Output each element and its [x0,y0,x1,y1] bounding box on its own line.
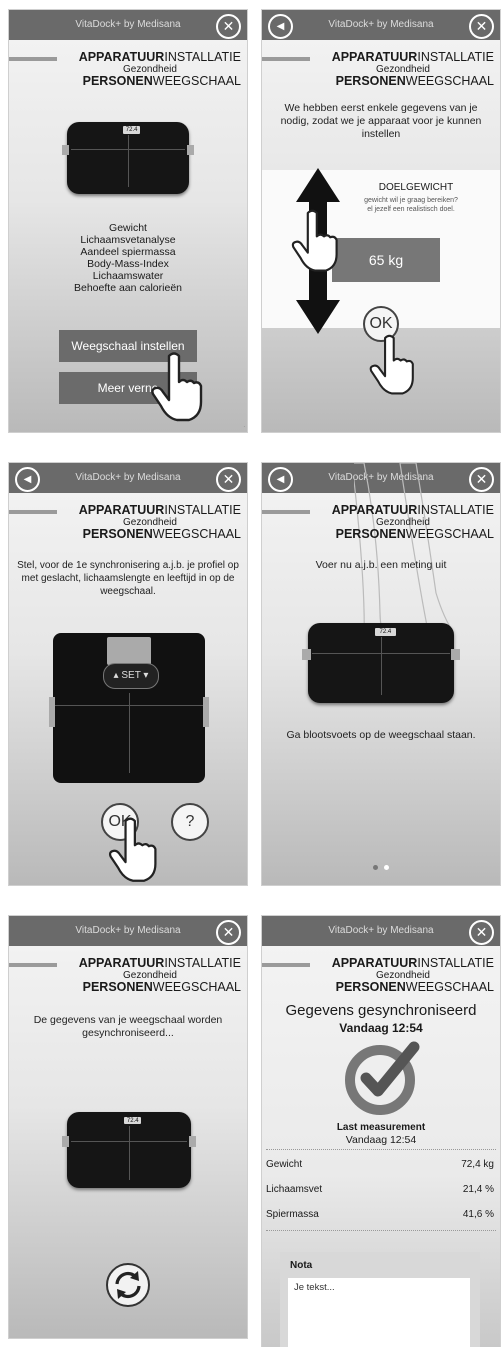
scale-image: 72.4 [302,623,460,703]
measurement-label: Gewicht [266,1159,303,1170]
app-title: VitaDock+ by Medisana [328,19,434,30]
scale-image: 72.4 [62,122,194,194]
pointing-hand-icon [369,334,414,395]
section-header: APPARATUURINSTALLATIE Gezondheid PERSONE… [78,956,241,994]
feature-item: Lichaamswater [92,270,164,282]
instruction-text: Stel, voor de 1e synchronisering a.j.b. … [17,560,239,597]
instruction-text: Voer nu a.j.b. een meting uit [315,559,447,571]
close-icon[interactable]: ✕ [469,14,494,39]
top-bar: VitaDock+ by Medisana ◀ ✕ [9,463,247,493]
page-dot [373,865,378,870]
goal-weight-hint: gewicht wil je graag bereiken? el jezelf … [364,197,458,213]
page-dot [384,865,389,870]
screen-goal-weight: VitaDock+ by Medisana ◀ ✕ APPARATUURINST… [262,10,500,432]
screen-syncing: VitaDock+ by Medisana ✕ APPARATUURINSTAL… [9,916,247,1338]
measurement-row: Lichaamsvet 21,4 % [262,1177,500,1202]
measurement-value: 72,4 kg [461,1159,494,1170]
feature-item: Lichaamsvetanalyse [80,234,176,246]
goal-weight-title: DOELGEWICHT [378,182,454,193]
measurement-label: Lichaamsvet [266,1184,323,1195]
screen-device-setup: VitaDock+ by Medisana ✕ APPARATUURINSTAL… [9,10,247,432]
top-bar: VitaDock+ by Medisana ✕ [9,916,247,946]
intro-text: We hebben eerst enkele gegevens van je n… [280,102,482,140]
close-icon[interactable]: ✕ [469,467,494,492]
set-button[interactable]: ▴ SET ▾ [103,663,159,689]
section-header: APPARATUURINSTALLATIE Gezondheid PERSONE… [78,50,241,88]
note-label: Nota [290,1260,313,1271]
note-panel: Nota Je tekst... [280,1252,480,1347]
measurement-label: Spiermassa [266,1209,319,1220]
feature-list: Gewicht Lichaamsvetanalyse Aandeel spierma… [9,222,247,294]
feature-item: Behoefte aan calorieën [74,282,182,294]
note-input[interactable]: Je tekst... [288,1278,470,1347]
goal-weight-value[interactable]: 65 kg [332,238,440,282]
divider [266,1230,496,1231]
close-icon[interactable]: ✕ [216,920,241,945]
close-icon[interactable]: ✕ [216,467,241,492]
back-arrow-icon[interactable]: ◀ [268,14,293,39]
checkmark-icon [345,1041,420,1115]
feature-item: Body-Mass-Index [87,258,169,270]
section-header: APPARATUURINSTALLATIE Gezondheid PERSONE… [331,956,494,994]
scale-image: 72.4 [62,1112,196,1188]
page-indicator [262,857,500,875]
feature-item: Gewicht [109,222,147,234]
pointing-hand-icon [151,352,203,422]
close-icon[interactable]: ✕ [216,14,241,39]
close-icon[interactable]: ✕ [469,920,494,945]
scale-closeup: ▴ SET ▾ [49,633,209,783]
last-measurement-time: Vandaag 12:54 [345,1134,417,1146]
app-title: VitaDock+ by Medisana [75,19,181,30]
top-bar: VitaDock+ by Medisana ✕ [9,10,247,40]
pointing-hand-icon [108,817,157,882]
measurements-table: Gewicht 72,4 kg Lichaamsvet 21,4 % Spiermass… [262,1152,500,1227]
caption-text: Ga blootsvoets op de weegschaal staan. [286,729,476,741]
feature-item: Aandeel spiermassa [80,246,176,258]
back-arrow-icon[interactable]: ◀ [15,467,40,492]
divider [266,1149,496,1150]
top-bar: VitaDock+ by Medisana ◀ ✕ [262,10,500,40]
screen-synced: VitaDock+ by Medisana ✕ APPARATUURINSTAL… [262,916,500,1347]
section-header: APPARATUURINSTALLATIE Gezondheid PERSONE… [331,503,494,541]
measurement-value: 41,6 % [462,1209,494,1220]
section-header: APPARATUURINSTALLATIE Gezondheid PERSONE… [78,503,241,541]
measurement-row: Gewicht 72,4 kg [262,1152,500,1177]
scale-display [107,637,151,665]
screen-measure: VitaDock+ by Medisana ◀ ✕ APPARATUURINST… [262,463,500,885]
app-title: VitaDock+ by Medisana [75,472,181,483]
measurement-value: 21,4 % [462,1184,494,1195]
app-title: VitaDock+ by Medisana [328,925,434,936]
last-measurement-label: Last measurement [336,1122,426,1133]
pointing-hand-icon [291,209,338,272]
help-button[interactable]: ? [171,803,209,841]
screen-profile-setup: VitaDock+ by Medisana ◀ ✕ APPARATUURINST… [9,463,247,885]
synced-title: Gegevens gesynchroniseerd [285,1002,477,1019]
top-bar: VitaDock+ by Medisana ✕ [262,916,500,946]
measurement-row: Spiermassa 41,6 % [262,1202,500,1227]
sync-icon [106,1263,150,1307]
copyright-note: · [243,424,245,430]
app-title: VitaDock+ by Medisana [75,925,181,936]
synced-time: Vandaag 12:54 [339,1021,423,1035]
back-arrow-icon[interactable]: ◀ [268,467,293,492]
sync-text: De gegevens van je weegschaal worden ges… [33,1014,223,1039]
section-header: APPARATUURINSTALLATIE Gezondheid PERSONE… [331,50,494,88]
